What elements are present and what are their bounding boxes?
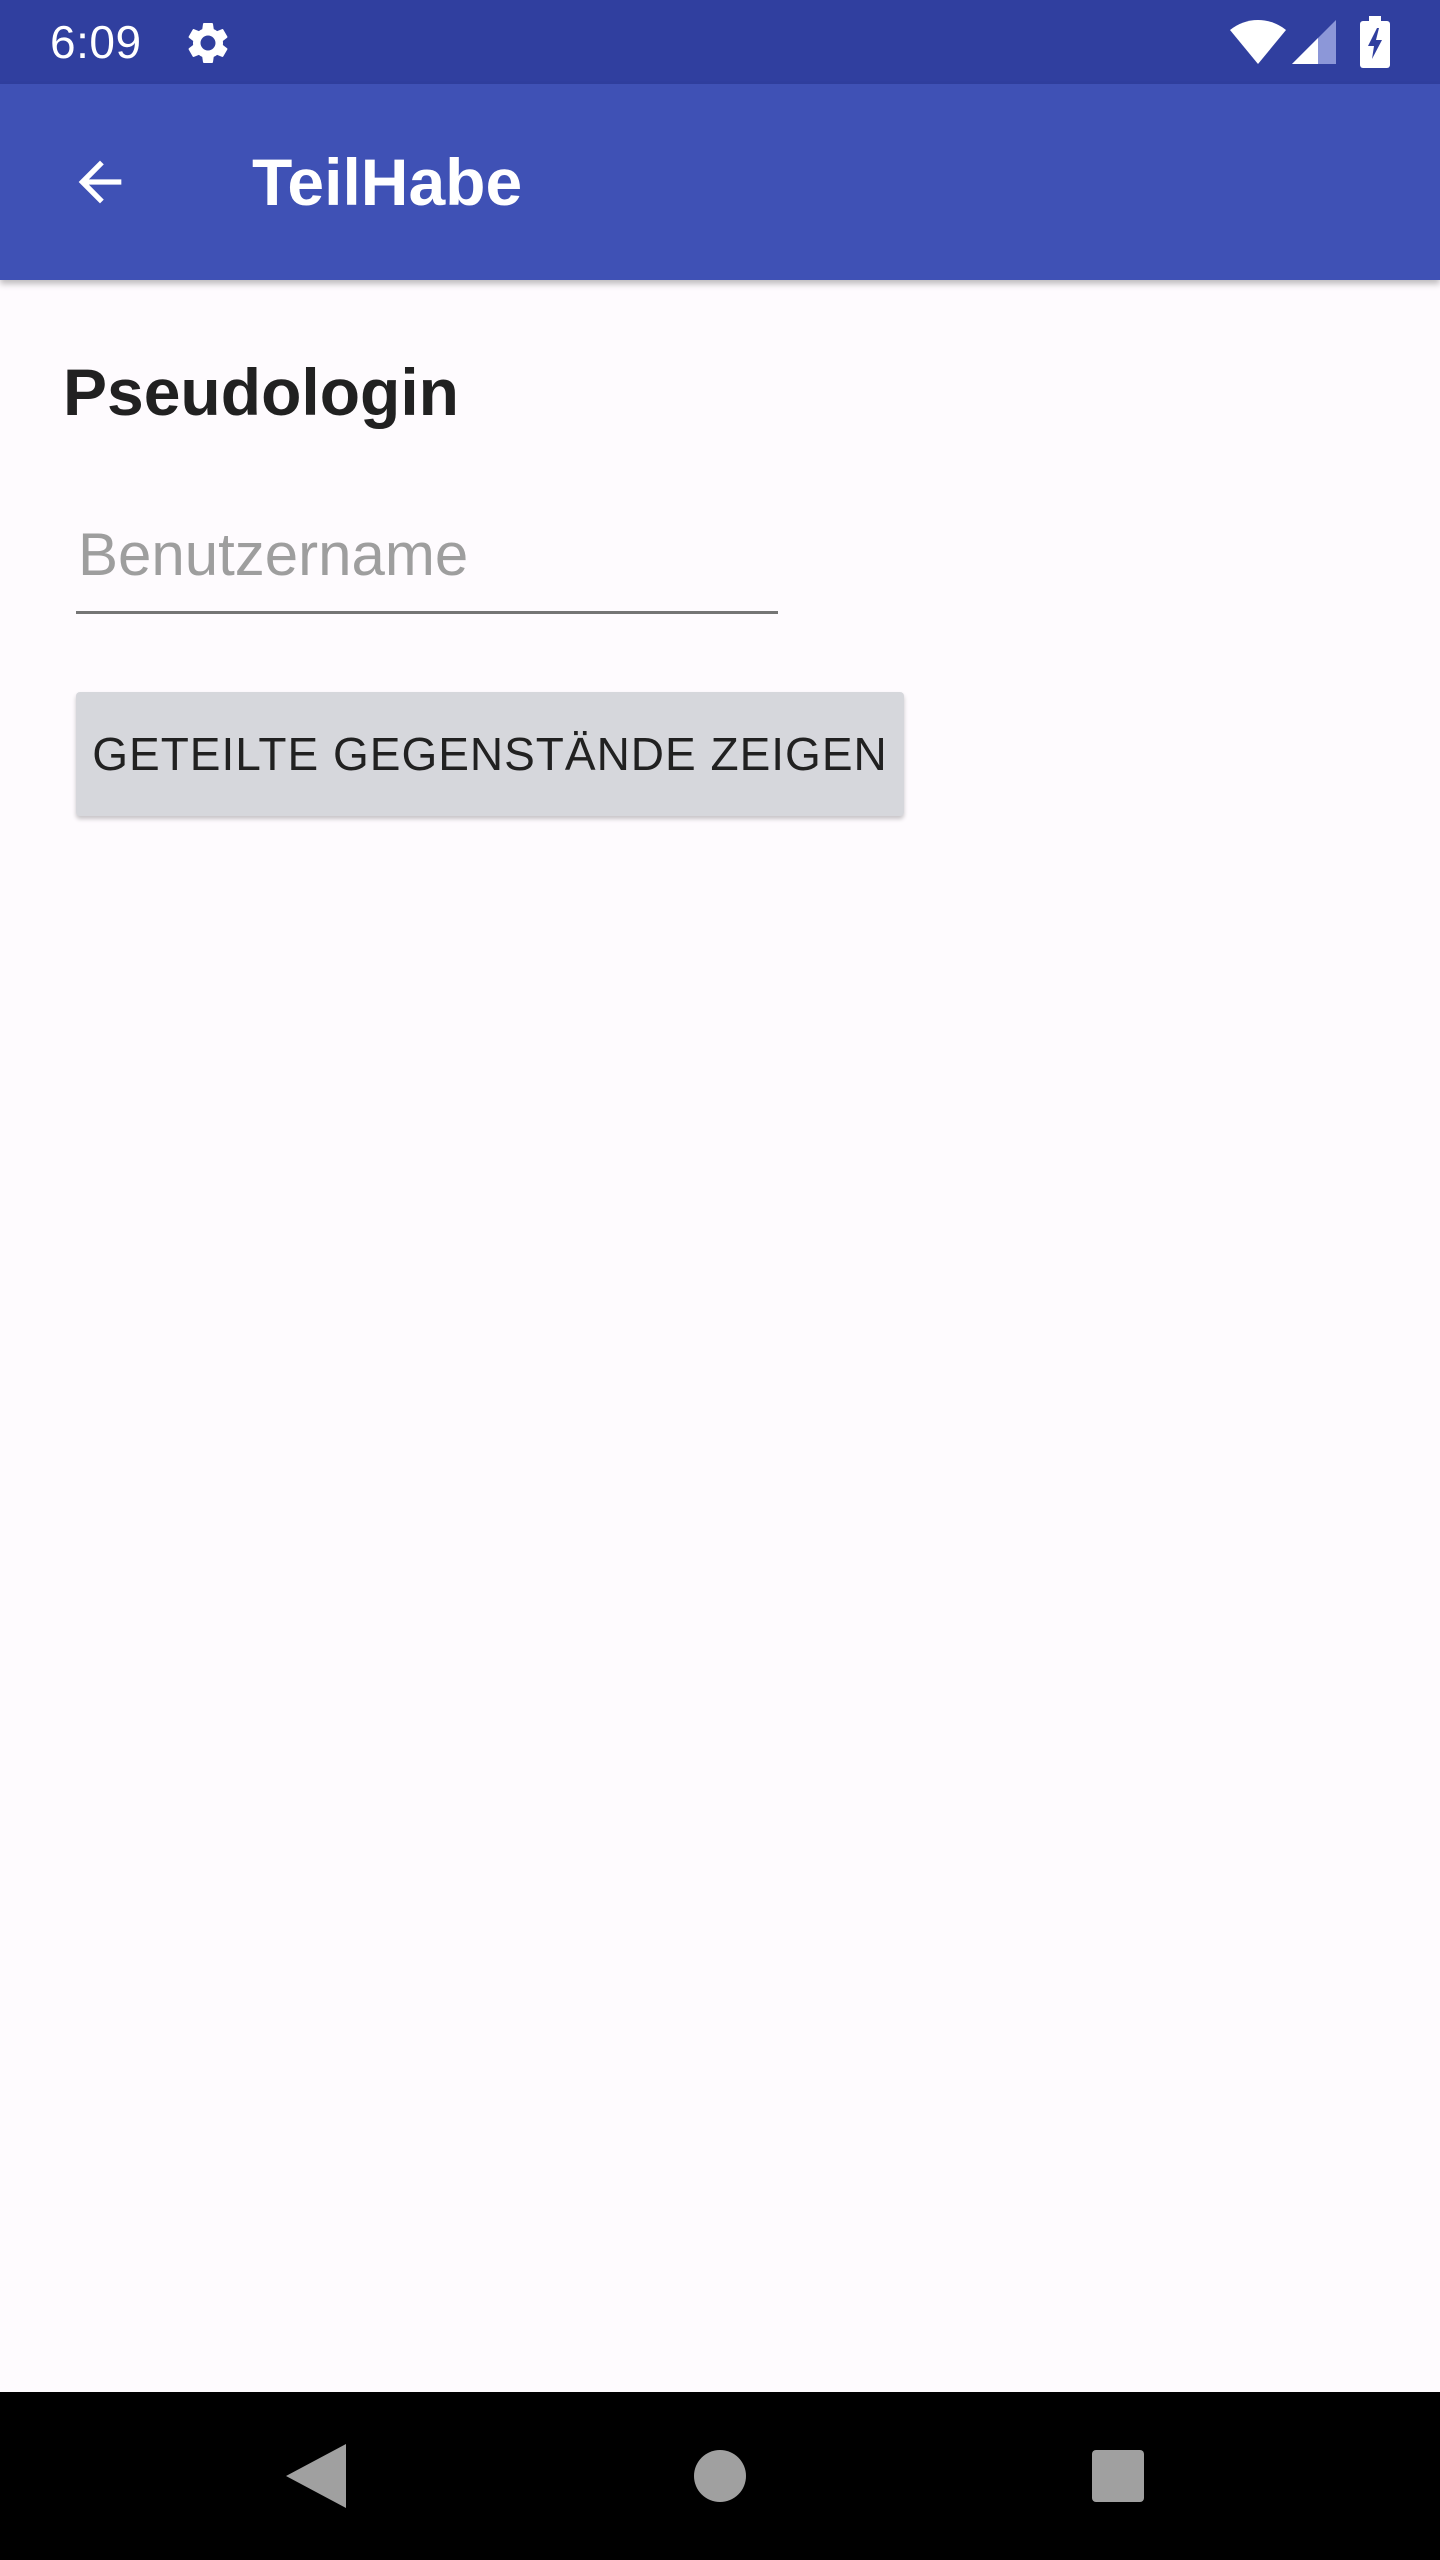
arrow-back-icon bbox=[78, 160, 122, 204]
nav-recents-icon[interactable] bbox=[1092, 2450, 1144, 2502]
screen: 6:09 TeilHabe Pseudologin GETEILTE GEGEN… bbox=[0, 0, 1440, 2560]
show-shared-items-button[interactable]: GETEILTE GEGENSTÄNDE ZEIGEN bbox=[76, 692, 904, 816]
nav-home-icon[interactable] bbox=[694, 2450, 746, 2502]
username-field[interactable] bbox=[76, 508, 778, 614]
wifi-icon bbox=[1230, 20, 1286, 64]
page-heading: Pseudologin bbox=[63, 355, 459, 429]
battery-charging-icon bbox=[1360, 16, 1390, 68]
app-title: TeilHabe bbox=[252, 145, 523, 219]
gear-icon bbox=[188, 22, 228, 63]
back-button[interactable] bbox=[42, 124, 158, 240]
signal-icon bbox=[1292, 20, 1336, 64]
nav-back-icon[interactable] bbox=[286, 2444, 346, 2508]
status-time: 6:09 bbox=[50, 16, 142, 68]
navigation-bar bbox=[0, 2392, 1440, 2560]
status-bar: 6:09 bbox=[0, 0, 1440, 84]
app-bar: TeilHabe bbox=[0, 84, 1440, 280]
